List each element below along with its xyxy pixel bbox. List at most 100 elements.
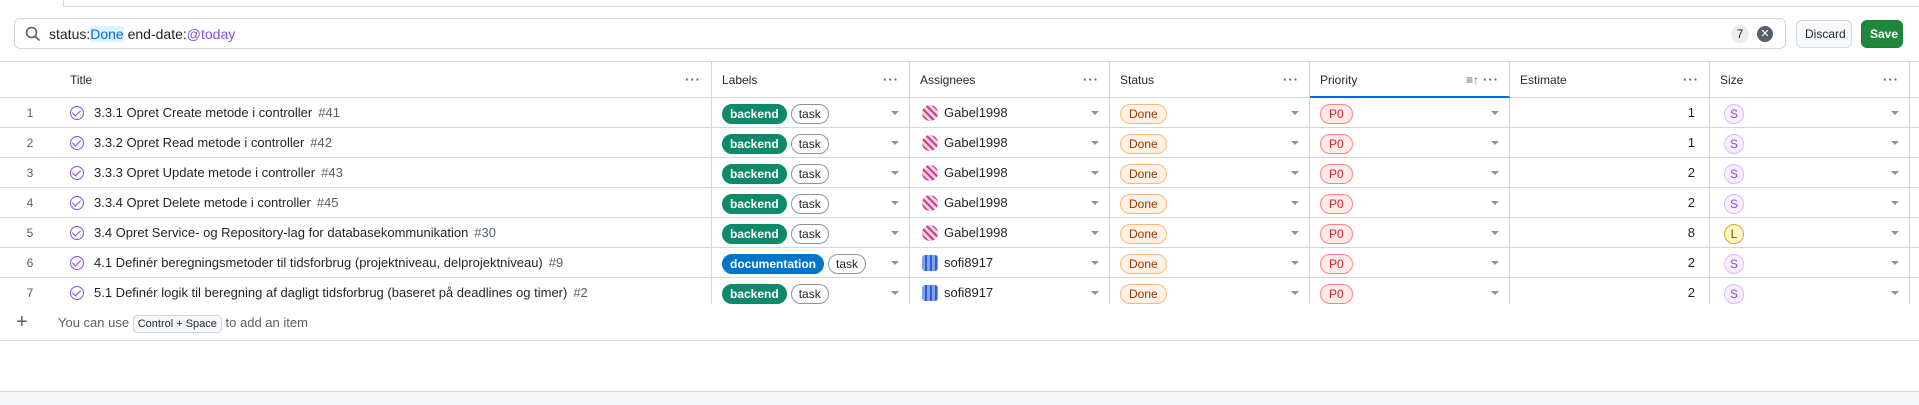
issue-title-text[interactable]: 3.3.4 Opret Delete metode i controller #4…	[94, 188, 338, 218]
plus-icon[interactable]: +	[16, 304, 28, 341]
chevron-down-icon[interactable]	[1891, 231, 1899, 235]
header-estimate[interactable]: Estimate ···	[1510, 62, 1710, 98]
size-cell[interactable]: S	[1710, 248, 1910, 278]
size-cell[interactable]: S	[1710, 98, 1910, 128]
label-task[interactable]: task	[828, 253, 867, 274]
size-cell[interactable]: S	[1710, 128, 1910, 158]
more-icon[interactable]: ···	[1283, 62, 1299, 98]
chevron-down-icon[interactable]	[1291, 201, 1299, 205]
issue-number[interactable]: #2	[573, 285, 587, 300]
chevron-down-icon[interactable]	[891, 231, 899, 235]
priority-cell[interactable]: P0	[1310, 218, 1510, 248]
issue-title[interactable]: 3.3.1 Opret Create metode i controller	[94, 105, 312, 120]
chevron-down-icon[interactable]	[1891, 261, 1899, 265]
more-icon[interactable]: ···	[1083, 62, 1099, 98]
estimate-cell[interactable]: 8	[1510, 218, 1710, 248]
label-task[interactable]: task	[790, 223, 829, 244]
title-cell[interactable]: 3.3.1 Opret Create metode i controller #4…	[60, 98, 712, 128]
table-row[interactable]: 2 3.3.2 Opret Read metode i controller #4…	[0, 128, 1919, 158]
priority-cell[interactable]: P0	[1310, 128, 1510, 158]
issue-title[interactable]: 5.1 Definér logik til beregning af dagli…	[94, 285, 567, 300]
chevron-down-icon[interactable]	[1491, 291, 1499, 295]
sort-ascending-icon[interactable]: ≡↑	[1466, 62, 1479, 98]
chevron-down-icon[interactable]	[1891, 171, 1899, 175]
label-task[interactable]: task	[790, 103, 829, 124]
table-row[interactable]: 3 3.3.3 Opret Update metode i controller…	[0, 158, 1919, 188]
chevron-down-icon[interactable]	[1291, 231, 1299, 235]
chevron-down-icon[interactable]	[1091, 261, 1099, 265]
active-tab-edge[interactable]	[0, 0, 64, 7]
issue-title[interactable]: 3.3.3 Opret Update metode i controller	[94, 165, 315, 180]
issue-number[interactable]: #41	[318, 105, 340, 120]
issue-number[interactable]: #30	[474, 225, 496, 240]
status-cell[interactable]: Done	[1110, 248, 1310, 278]
estimate-cell[interactable]: 1	[1510, 128, 1710, 158]
header-assignees[interactable]: Assignees ···	[910, 62, 1110, 98]
label-backend[interactable]: backend	[722, 223, 787, 244]
table-row[interactable]: 5 3.4 Opret Service- og Repository-lag f…	[0, 218, 1919, 248]
header-status[interactable]: Status ···	[1110, 62, 1310, 98]
more-icon[interactable]: ···	[883, 62, 899, 98]
issue-title-text[interactable]: 4.1 Definér beregningsmetoder til tidsfo…	[94, 248, 563, 278]
chevron-down-icon[interactable]	[1091, 171, 1099, 175]
label-task[interactable]: task	[790, 163, 829, 184]
label-backend[interactable]: backend	[722, 133, 787, 154]
filter-bar[interactable]: status:Done end-date:@today 7 ✕	[14, 18, 1786, 49]
discard-button[interactable]: Discard	[1796, 20, 1852, 48]
issue-number[interactable]: #9	[549, 255, 563, 270]
chevron-down-icon[interactable]	[1091, 231, 1099, 235]
issue-number[interactable]: #42	[310, 135, 332, 150]
chevron-down-icon[interactable]	[1891, 291, 1899, 295]
save-button[interactable]: Save	[1861, 20, 1903, 48]
chevron-down-icon[interactable]	[891, 201, 899, 205]
more-icon[interactable]: ···	[1683, 62, 1699, 98]
priority-cell[interactable]: P0	[1310, 98, 1510, 128]
chevron-down-icon[interactable]	[1891, 111, 1899, 115]
add-item-row[interactable]: + You can use Control + Space to add an …	[0, 304, 1919, 341]
issue-number[interactable]: #43	[321, 165, 343, 180]
assignee-cell[interactable]: Gabel1998	[910, 98, 1110, 128]
chevron-down-icon[interactable]	[1091, 111, 1099, 115]
assignee-cell[interactable]: sofi8917	[910, 248, 1110, 278]
label-documentation[interactable]: documentation	[722, 253, 824, 274]
title-cell[interactable]: 3.4 Opret Service- og Repository-lag for…	[60, 218, 712, 248]
chevron-down-icon[interactable]	[891, 171, 899, 175]
labels-cell[interactable]: documentation task	[712, 248, 910, 278]
table-row[interactable]: 1 3.3.1 Opret Create metode i controller…	[0, 98, 1919, 128]
issue-title[interactable]: 3.4 Opret Service- og Repository-lag for…	[94, 225, 468, 240]
assignee-name[interactable]: Gabel1998	[944, 188, 1008, 218]
title-cell[interactable]: 3.3.4 Opret Delete metode i controller #4…	[60, 188, 712, 218]
title-cell[interactable]: 3.3.3 Opret Update metode i controller #4…	[60, 158, 712, 188]
chevron-down-icon[interactable]	[891, 291, 899, 295]
labels-cell[interactable]: backend task	[712, 188, 910, 218]
labels-cell[interactable]: backend task	[712, 98, 910, 128]
status-cell[interactable]: Done	[1110, 218, 1310, 248]
status-cell[interactable]: Done	[1110, 158, 1310, 188]
labels-cell[interactable]: backend task	[712, 218, 910, 248]
chevron-down-icon[interactable]	[891, 111, 899, 115]
chevron-down-icon[interactable]	[1291, 291, 1299, 295]
assignee-name[interactable]: Gabel1998	[944, 218, 1008, 248]
assignee-name[interactable]: Gabel1998	[944, 98, 1008, 128]
chevron-down-icon[interactable]	[1091, 141, 1099, 145]
chevron-down-icon[interactable]	[1891, 201, 1899, 205]
header-priority[interactable]: Priority ≡↑ ···	[1310, 62, 1510, 98]
chevron-down-icon[interactable]	[1491, 231, 1499, 235]
issue-title-text[interactable]: 3.4 Opret Service- og Repository-lag for…	[94, 218, 496, 248]
size-cell[interactable]: S	[1710, 158, 1910, 188]
title-cell[interactable]: 3.3.2 Opret Read metode i controller #42	[60, 128, 712, 158]
issue-title-text[interactable]: 3.3.3 Opret Update metode i controller #4…	[94, 158, 343, 188]
table-row[interactable]: 4 3.3.4 Opret Delete metode i controller…	[0, 188, 1919, 218]
more-icon[interactable]: ···	[1483, 62, 1499, 98]
chevron-down-icon[interactable]	[1491, 141, 1499, 145]
assignee-name[interactable]: Gabel1998	[944, 158, 1008, 188]
issue-number[interactable]: #45	[317, 195, 339, 210]
estimate-cell[interactable]: 2	[1510, 158, 1710, 188]
chevron-down-icon[interactable]	[1091, 201, 1099, 205]
header-title[interactable]: Title ···	[60, 62, 712, 98]
assignee-name[interactable]: sofi8917	[944, 248, 993, 278]
chevron-down-icon[interactable]	[1491, 111, 1499, 115]
estimate-cell[interactable]: 2	[1510, 248, 1710, 278]
chevron-down-icon[interactable]	[1291, 111, 1299, 115]
title-cell[interactable]: 4.1 Definér beregningsmetoder til tidsfo…	[60, 248, 712, 278]
